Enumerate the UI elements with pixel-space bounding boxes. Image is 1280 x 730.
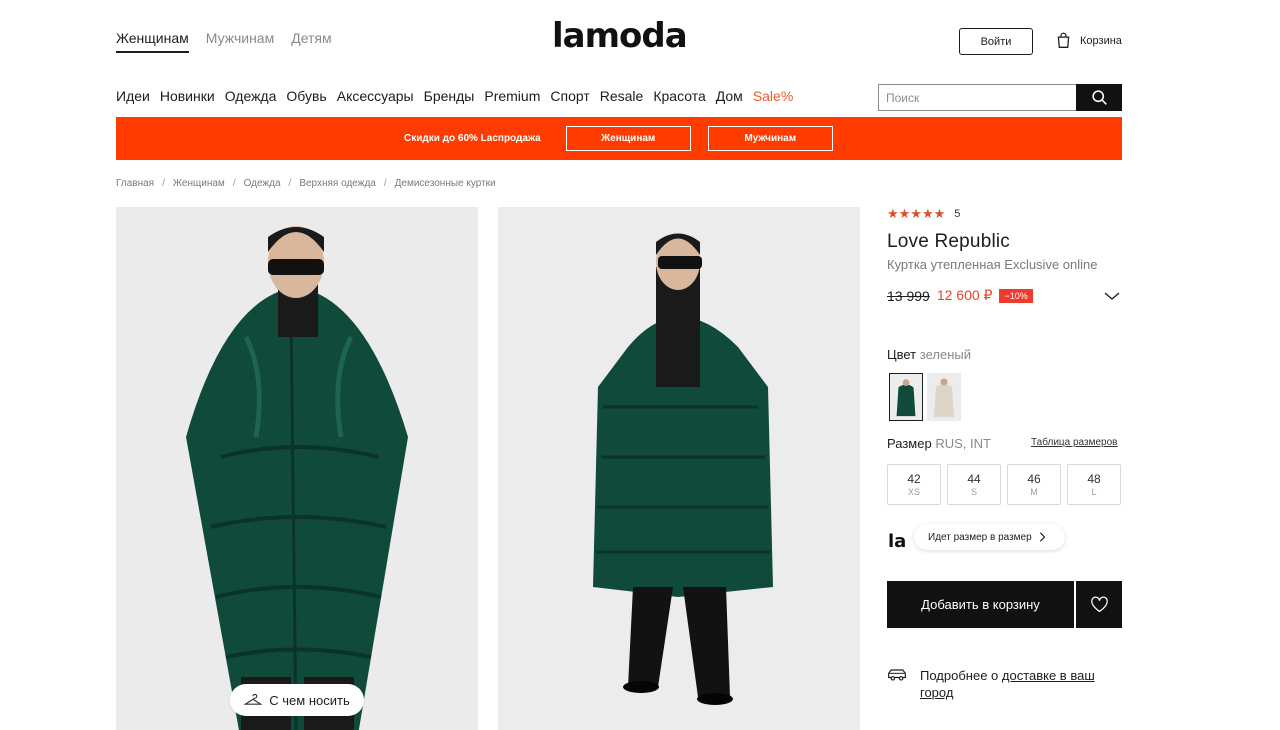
size-option-46[interactable]: 46 M (1007, 464, 1061, 505)
old-price: 13 999 (887, 287, 930, 304)
fit-info-pill[interactable]: Идет размер в размер (914, 524, 1065, 550)
breadcrumb-women[interactable]: Женщинам (173, 178, 225, 189)
breadcrumb-separator: / (383, 178, 387, 189)
size-ru: 42 (907, 472, 921, 486)
breadcrumb-outerwear[interactable]: Верхняя одежда (299, 178, 376, 189)
menu-item-ideas[interactable]: Идеи (116, 88, 150, 104)
add-to-cart-button[interactable]: Добавить в корзину (887, 581, 1074, 628)
size-int: XS (907, 487, 920, 497)
size-int: S (970, 487, 977, 497)
menu-item-shoes[interactable]: Обувь (286, 88, 326, 104)
rating-stars: ★★★★★ (887, 206, 946, 221)
heart-icon (1090, 596, 1108, 613)
color-label: Цвет зеленый (887, 347, 971, 362)
search-bar (878, 84, 1122, 111)
size-option-48[interactable]: 48 L (1067, 464, 1121, 505)
discount-badge: −10% (999, 288, 1033, 303)
cart-link[interactable]: Корзина (1055, 32, 1122, 49)
rating-value: 5 (954, 208, 961, 220)
size-table-link[interactable]: Таблица размеров (1031, 437, 1117, 448)
chevron-down-icon[interactable] (1104, 290, 1120, 302)
search-button[interactable] (1076, 84, 1122, 111)
breadcrumb-separator: / (232, 178, 236, 189)
delivery-info: Подробнее о доставке в ваш город (887, 667, 1105, 701)
main-menu: Идеи Новинки Одежда Обувь Аксессуары Бре… (116, 88, 793, 104)
menu-item-resale[interactable]: Resale (600, 88, 644, 104)
size-ru: 48 (1087, 472, 1101, 486)
login-button[interactable]: Войти (959, 28, 1033, 55)
color-value: зеленый (919, 347, 971, 362)
color-swatch-beige[interactable] (927, 373, 961, 421)
what-to-wear-label: С чем носить (269, 692, 350, 708)
size-ru: 44 (967, 472, 981, 486)
color-title: Цвет (887, 347, 917, 362)
search-input[interactable] (878, 84, 1076, 111)
menu-item-sport[interactable]: Спорт (550, 88, 589, 104)
search-icon (1091, 90, 1107, 105)
breadcrumb-home[interactable]: Главная (116, 178, 154, 189)
color-swatch-green[interactable] (889, 373, 923, 421)
product-brand[interactable]: Love Republic (887, 231, 1010, 253)
cart-bag-icon (1057, 32, 1070, 48)
promo-banner[interactable]: Скидки до 60% Lаспродажа Женщинам Мужчин… (116, 117, 1122, 160)
menu-item-home[interactable]: Дом (716, 88, 743, 104)
current-price: 12 600 ₽ (936, 287, 993, 303)
size-title: Размер (887, 436, 932, 451)
product-photo-full[interactable] (498, 207, 860, 730)
breadcrumb-separator: / (288, 178, 292, 189)
size-system: RUS, INT (935, 436, 991, 451)
size-ru: 46 (1027, 472, 1041, 486)
delivery-car-icon (888, 669, 906, 681)
size-label: Размер RUS, INT (887, 436, 991, 451)
size-option-44[interactable]: 44 S (947, 464, 1001, 505)
fit-info-text: Идет размер в размер (928, 531, 1032, 543)
product-photo-front[interactable] (116, 207, 478, 730)
gender-tabs: Женщинам Мужчинам Детям (116, 30, 332, 53)
delivery-text: Подробнее о доставке в ваш город (920, 667, 1105, 701)
size-int: M (1030, 487, 1038, 497)
promo-men-button[interactable]: Мужчинам (707, 126, 833, 151)
cart-label: Корзина (1080, 34, 1122, 47)
menu-item-accessories[interactable]: Аксессуары (337, 88, 414, 104)
delivery-prefix: Подробнее о (920, 668, 1002, 683)
tab-kids[interactable]: Детям (291, 30, 331, 53)
lamoda-fit-mark: la (888, 531, 907, 552)
breadcrumb-separator: / (162, 178, 165, 189)
menu-item-new[interactable]: Новинки (160, 88, 215, 104)
size-option-42[interactable]: 42 XS (887, 464, 941, 505)
product-name: Куртка утепленная Exclusive online (887, 257, 1098, 272)
product-rating[interactable]: ★★★★★ 5 (887, 206, 960, 222)
price-block: 13 999 12 600 ₽ −10% (887, 287, 1033, 304)
tab-men[interactable]: Мужчинам (206, 30, 274, 53)
promo-women-button[interactable]: Женщинам (565, 126, 691, 151)
menu-item-sale[interactable]: Sale% (753, 88, 793, 104)
menu-item-beauty[interactable]: Красота (653, 88, 705, 104)
promo-text: Скидки до 60% Lаспродажа (404, 133, 541, 144)
logo[interactable]: lamoda (552, 16, 688, 56)
menu-item-premium[interactable]: Premium (484, 88, 540, 104)
breadcrumb-jackets[interactable]: Демисезонные куртки (395, 178, 496, 189)
size-int: L (1091, 487, 1097, 497)
chevron-right-icon (1039, 532, 1045, 542)
favorite-button[interactable] (1076, 581, 1122, 628)
breadcrumb: Главная / Женщинам / Одежда / Верхняя одежд… (116, 178, 496, 189)
tab-women[interactable]: Женщинам (116, 30, 189, 53)
menu-item-clothes[interactable]: Одежда (225, 88, 277, 104)
hanger-icon (244, 693, 263, 705)
menu-item-brands[interactable]: Бренды (424, 88, 475, 104)
size-options: 42 XS 44 S 46 M 48 L (887, 464, 1121, 505)
breadcrumb-clothes[interactable]: Одежда (244, 178, 281, 189)
what-to-wear-button[interactable]: С чем носить (230, 684, 364, 716)
